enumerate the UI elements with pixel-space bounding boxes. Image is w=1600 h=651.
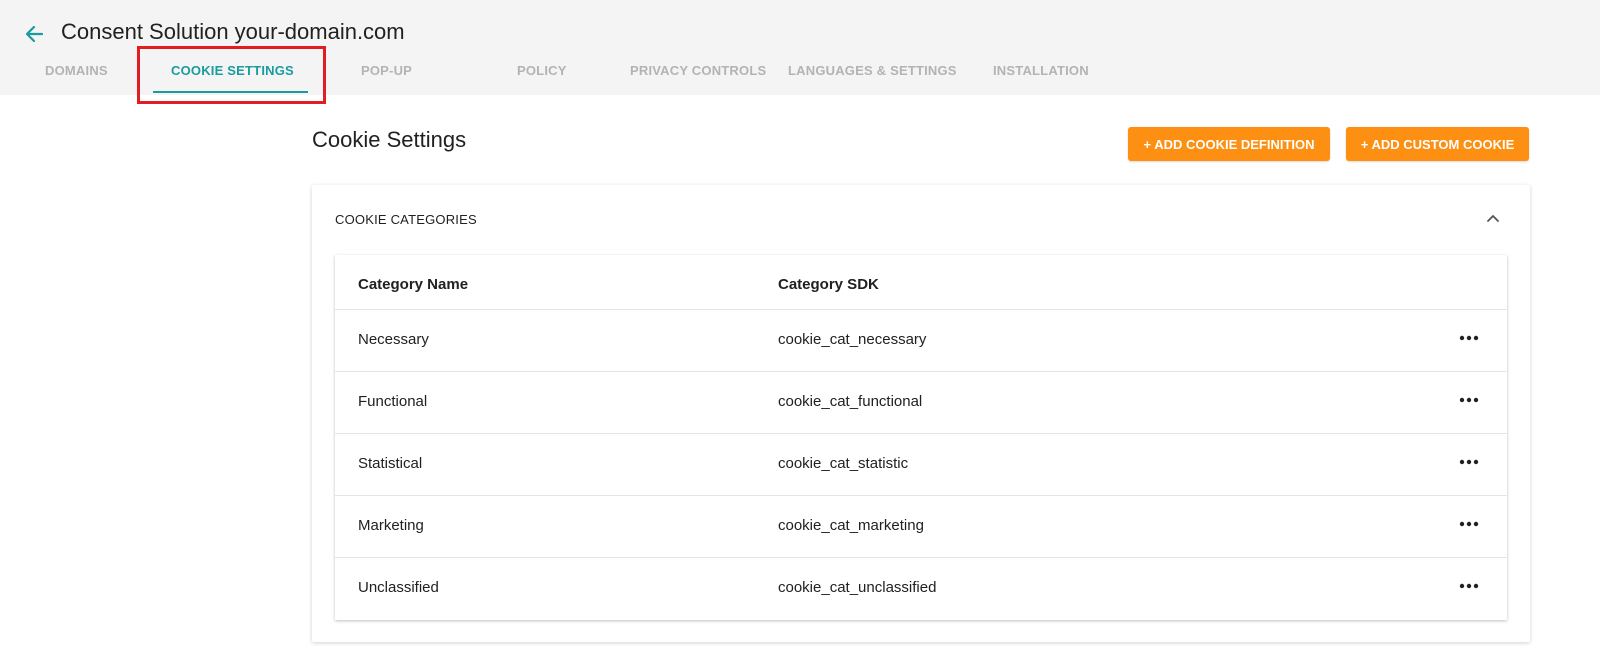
- more-horizontal-icon[interactable]: [1455, 452, 1483, 472]
- tab-policy[interactable]: POLICY: [517, 63, 567, 78]
- chevron-up-icon[interactable]: [1482, 207, 1504, 229]
- category-sdk-cell: cookie_cat_statistic: [778, 455, 909, 472]
- top-bar: Consent Solution your-domain.com DOMAINS…: [0, 0, 1600, 104]
- category-name-cell: Necessary: [358, 331, 429, 348]
- column-header-category-sdk: Category SDK: [778, 276, 879, 293]
- category-name-cell: Functional: [358, 393, 428, 410]
- table-row: Statistical cookie_cat_statistic: [335, 434, 1507, 496]
- category-name-cell: Statistical: [358, 455, 423, 472]
- app-title: Consent Solution your-domain.com: [61, 19, 405, 44]
- table-row: Functional cookie_cat_functional: [335, 372, 1507, 434]
- table-row: Necessary cookie_cat_necessary: [335, 310, 1507, 372]
- category-sdk-cell: cookie_cat_necessary: [778, 331, 927, 348]
- highlight-annotation-box: [137, 46, 326, 104]
- column-header-category-name: Category Name: [358, 276, 469, 293]
- add-cookie-definition-button[interactable]: + ADD COOKIE DEFINITION: [1128, 127, 1330, 161]
- tab-installation[interactable]: INSTALLATION: [993, 63, 1089, 78]
- arrow-left-icon: [25, 25, 44, 43]
- add-custom-cookie-button[interactable]: + ADD CUSTOM COOKIE: [1346, 127, 1529, 161]
- cookie-categories-card: COOKIE CATEGORIES Category Name Category…: [312, 185, 1530, 642]
- tab-domains[interactable]: DOMAINS: [45, 63, 108, 78]
- category-sdk-cell: cookie_cat_marketing: [778, 517, 924, 534]
- back-button[interactable]: [20, 20, 48, 48]
- page-title: Cookie Settings: [312, 127, 467, 152]
- category-sdk-cell: cookie_cat_unclassified: [778, 579, 937, 596]
- category-name-cell: Marketing: [358, 517, 424, 534]
- categories-table: Category Name Category SDK Necessary coo…: [335, 255, 1507, 620]
- table-header: Category Name Category SDK: [335, 255, 1507, 310]
- tab-privacy-controls[interactable]: PRIVACY CONTROLS: [630, 63, 766, 78]
- category-sdk-cell: cookie_cat_functional: [778, 393, 923, 410]
- tab-languages-settings[interactable]: LANGUAGES & SETTINGS: [788, 63, 957, 78]
- table-row: Marketing cookie_cat_marketing: [335, 496, 1507, 558]
- more-horizontal-icon[interactable]: [1455, 328, 1483, 348]
- more-horizontal-icon[interactable]: [1455, 390, 1483, 410]
- category-name-cell: Unclassified: [358, 579, 439, 596]
- table-row: Unclassified cookie_cat_unclassified: [335, 558, 1507, 620]
- more-horizontal-icon[interactable]: [1455, 576, 1483, 596]
- cookie-categories-header: COOKIE CATEGORIES: [335, 212, 477, 227]
- tab-pop-up[interactable]: POP-UP: [361, 63, 412, 78]
- more-horizontal-icon[interactable]: [1455, 514, 1483, 534]
